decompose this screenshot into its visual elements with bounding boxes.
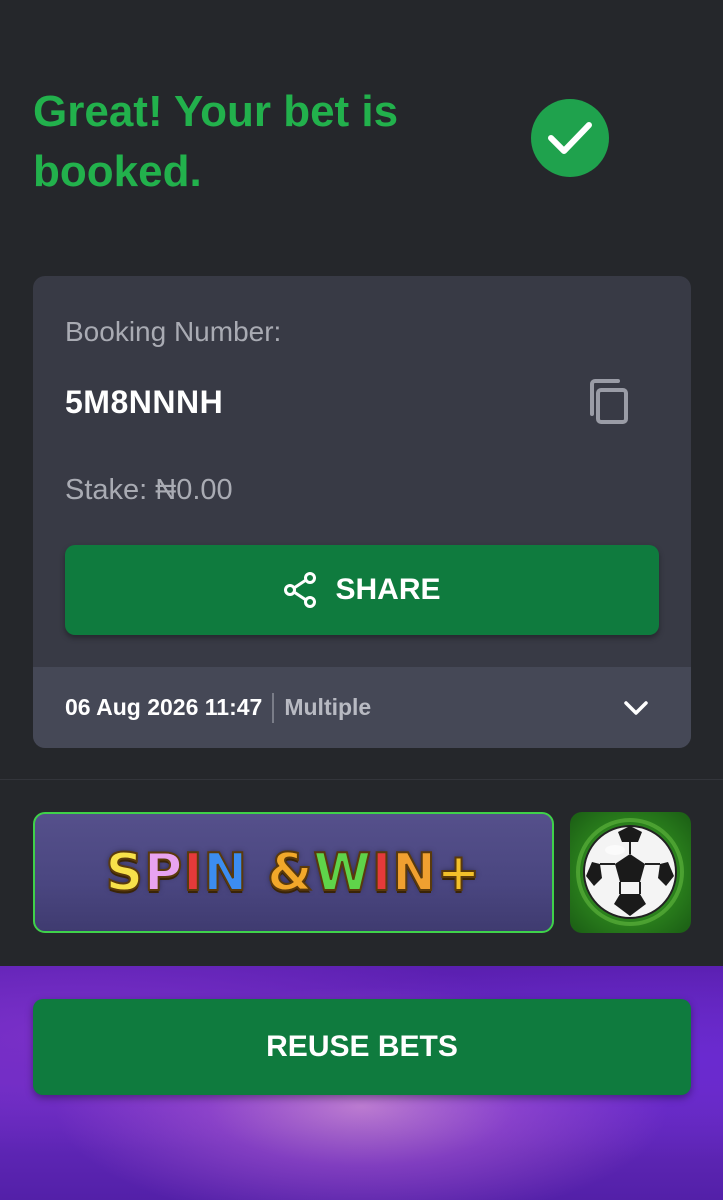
spin-and-win-logo-letter: & bbox=[266, 842, 314, 904]
soccer-ball-icon bbox=[576, 818, 684, 926]
stake-text: Stake: ₦0.00 bbox=[65, 474, 233, 506]
spin-and-win-logo-letter: N bbox=[391, 842, 437, 904]
copy-icon bbox=[590, 379, 628, 424]
spin-and-win-logo-letter: P bbox=[143, 842, 184, 904]
chevron-down-icon bbox=[624, 701, 648, 715]
booking-confirmation-screen: Great! Your bet is booked. Booking Numbe… bbox=[0, 0, 723, 1200]
bet-details-footer[interactable]: 06 Aug 2026 11:47 Multiple bbox=[33, 667, 691, 748]
spin-and-win-banner[interactable]: SPIN &WIN+ bbox=[33, 812, 554, 933]
expand-details-button[interactable] bbox=[621, 693, 651, 723]
share-button[interactable]: SHARE bbox=[65, 545, 659, 635]
reuse-bets-label: REUSE BETS bbox=[266, 1030, 458, 1063]
booking-number-value: 5M8NNNH bbox=[65, 384, 224, 420]
confirmation-title: Great! Your bet is booked. bbox=[33, 87, 399, 196]
spin-and-win-logo-letter bbox=[248, 843, 267, 903]
reuse-bets-button[interactable]: REUSE BETS bbox=[33, 999, 691, 1095]
share-icon bbox=[284, 572, 317, 608]
copy-booking-number-button[interactable] bbox=[585, 376, 633, 428]
booking-card: Booking Number: 5M8NNNH Stake: ₦0.00 SHA… bbox=[33, 276, 691, 748]
booking-date-time: 06 Aug 2026 11:47 bbox=[65, 694, 263, 720]
spin-and-win-logo-letter: I bbox=[371, 842, 393, 904]
football-game-banner[interactable] bbox=[570, 812, 691, 933]
spin-and-win-logo-letter: S bbox=[105, 842, 145, 904]
section-divider bbox=[0, 779, 723, 780]
bet-type: Multiple bbox=[284, 694, 372, 720]
booking-number-label: Booking Number: bbox=[65, 316, 282, 347]
check-circle-icon bbox=[531, 99, 609, 177]
spin-and-win-logo-letter: + bbox=[436, 842, 482, 904]
spin-and-win-logo-letter: W bbox=[313, 842, 372, 904]
spin-and-win-logo-letter: I bbox=[182, 842, 204, 904]
footer-divider bbox=[272, 692, 275, 723]
share-label: SHARE bbox=[335, 573, 441, 606]
spin-and-win-logo-letter: N bbox=[203, 842, 249, 904]
spin-and-win-logo: SPIN &WIN+ bbox=[105, 842, 482, 904]
